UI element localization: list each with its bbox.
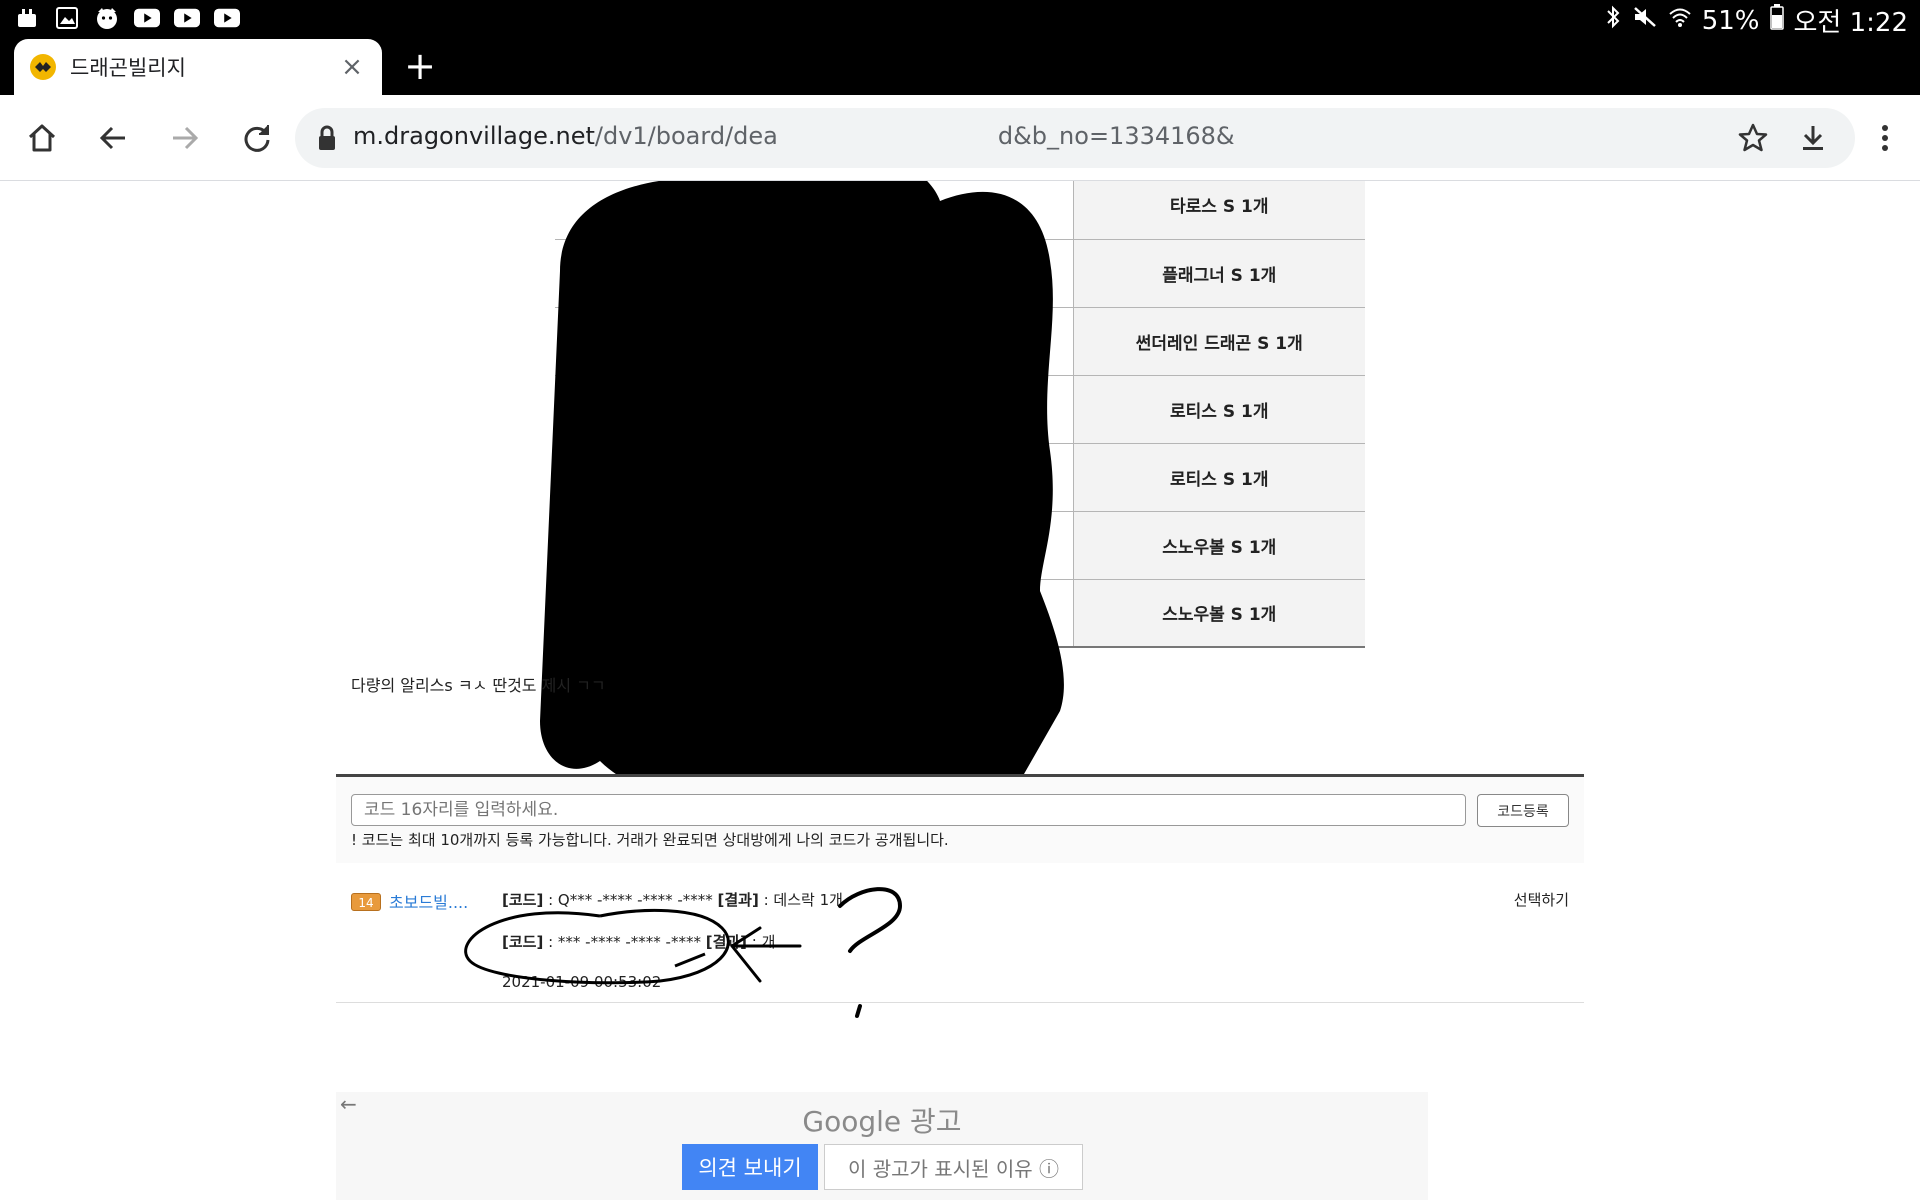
ad-feedback-button[interactable]: 의견 보내기 bbox=[682, 1144, 818, 1190]
clock: 오전 1:22 bbox=[1793, 8, 1909, 38]
url-host: m.dragonvillage.net bbox=[353, 122, 595, 150]
home-icon bbox=[28, 124, 56, 152]
youtube-icon bbox=[174, 6, 200, 30]
url-text: m.dragonvillage.net/dv1/board/dea d&b_no=… bbox=[353, 122, 1235, 150]
more-vert-icon bbox=[1882, 125, 1888, 151]
result-value: : 데스락 1개 bbox=[758, 891, 843, 909]
download-icon bbox=[1803, 126, 1823, 150]
gallery-icon bbox=[54, 6, 80, 30]
url-tail: d&b_no=1334168& bbox=[997, 122, 1235, 150]
tab-title: 드래곤빌리지 bbox=[70, 56, 186, 80]
table-row: 로티스 S 1개 bbox=[555, 375, 1365, 444]
status-bar: 51% 오전 1:22 bbox=[0, 0, 1920, 39]
code-label: [코드] bbox=[502, 891, 544, 909]
table-cell: 플래그너 S 1개 bbox=[1072, 239, 1365, 308]
table-cell: 썬더레인 드래곤 S 1개 bbox=[1072, 307, 1365, 376]
youtube-icon bbox=[214, 6, 240, 30]
home-button[interactable] bbox=[17, 113, 67, 163]
download-button[interactable] bbox=[1788, 113, 1838, 163]
wifi-icon bbox=[1668, 5, 1692, 36]
web-page: 타로스 S 1개 플래그너 S 1개 썬더레인 드래곤 S 1개 로티스 S 1… bbox=[0, 181, 1920, 1200]
code-form: 코드등록 ! 코드는 최대 10개까지 등록 가능합니다. 거래가 완료되면 상… bbox=[336, 777, 1584, 863]
code-input[interactable] bbox=[351, 794, 1466, 826]
result-value: : 개 bbox=[747, 933, 776, 951]
google-ad-block: ← Google 광고 의견 보내기 이 광고가 표시된 이유 ⓘ bbox=[336, 1092, 1428, 1200]
dragon-favicon-icon bbox=[30, 54, 56, 80]
new-tab-button[interactable]: + bbox=[400, 47, 440, 87]
battery-percent: 51% bbox=[1701, 5, 1760, 36]
cat-app-icon bbox=[94, 6, 120, 30]
forward-button[interactable] bbox=[160, 113, 210, 163]
table-row: 플래그너 S 1개 bbox=[555, 239, 1365, 308]
register-code-button[interactable]: 코드등록 bbox=[1477, 794, 1569, 827]
battery-icon bbox=[1769, 4, 1784, 37]
table-cell: 스노우볼 S 1개 bbox=[1072, 511, 1365, 580]
lock-icon bbox=[319, 125, 335, 150]
table-row: 썬더레인 드래곤 S 1개 bbox=[555, 307, 1365, 376]
notification-app-icon bbox=[14, 6, 40, 30]
table-row: 로티스 S 1개 bbox=[555, 443, 1365, 512]
code-entry: 14 초보드빌.... [코드] : Q*** -**** -**** -***… bbox=[336, 863, 1584, 1003]
address-bar[interactable]: m.dragonvillage.net/dv1/board/dea d&b_no=… bbox=[295, 108, 1855, 168]
code-trade-section: 코드등록 ! 코드는 최대 10개까지 등록 가능합니다. 거래가 완료되면 상… bbox=[336, 774, 1584, 1003]
level-badge: 14 bbox=[351, 893, 381, 911]
ad-label: Google 광고 bbox=[802, 1105, 962, 1138]
tab-dragonvillage[interactable]: 드래곤빌리지 × bbox=[14, 39, 382, 95]
table-row: 스노우볼 S 1개 bbox=[555, 511, 1365, 580]
item-table: 타로스 S 1개 플래그너 S 1개 썬더레인 드래곤 S 1개 로티스 S 1… bbox=[555, 181, 1365, 648]
browser-toolbar: m.dragonvillage.net/dv1/board/dea d&b_no=… bbox=[0, 95, 1920, 181]
code-value: : Q*** -**** -**** -**** bbox=[543, 891, 718, 909]
url-path: /dv1/board/dea bbox=[594, 122, 778, 150]
code-label: [코드] bbox=[502, 933, 544, 951]
arrow-left-icon bbox=[99, 126, 125, 150]
youtube-icon bbox=[134, 6, 160, 30]
bluetooth-icon bbox=[1604, 5, 1622, 36]
code-line: [코드] : *** -**** -**** -**** [결과] : 개 bbox=[502, 931, 775, 952]
notification-icons bbox=[14, 6, 240, 30]
reload-icon bbox=[244, 125, 270, 152]
table-cell: 타로스 S 1개 bbox=[1072, 181, 1365, 240]
system-indicators: 51% 오전 1:22 bbox=[1604, 2, 1908, 39]
code-line: [코드] : Q*** -**** -**** -**** [결과] : 데스락… bbox=[502, 889, 843, 910]
bookmark-button[interactable] bbox=[1728, 113, 1778, 163]
arrow-right-icon bbox=[173, 126, 199, 150]
close-tab-icon[interactable]: × bbox=[334, 49, 370, 85]
code-notice: ! 코드는 최대 10개까지 등록 가능합니다. 거래가 완료되면 상대방에게 … bbox=[351, 831, 949, 849]
result-label: [결과] bbox=[705, 933, 748, 951]
menu-button[interactable] bbox=[1860, 113, 1910, 163]
ad-why-button[interactable]: 이 광고가 표시된 이유 ⓘ bbox=[824, 1144, 1083, 1190]
table-row: 타로스 S 1개 bbox=[555, 181, 1365, 240]
star-icon bbox=[1738, 123, 1768, 152]
back-button[interactable] bbox=[88, 113, 138, 163]
tab-strip: 드래곤빌리지 × + bbox=[0, 37, 1920, 95]
mute-icon bbox=[1632, 5, 1658, 36]
table-cell: 로티스 S 1개 bbox=[1072, 375, 1365, 444]
entry-date: 2021-01-09 00:53:02 bbox=[502, 973, 662, 991]
user-name-link[interactable]: 초보드빌.... bbox=[389, 889, 468, 913]
table-row: 스노우볼 S 1개 bbox=[555, 579, 1365, 648]
table-cell: 스노우볼 S 1개 bbox=[1072, 579, 1365, 648]
result-label: [결과] bbox=[717, 891, 759, 909]
code-value: : *** -**** -**** -**** bbox=[543, 933, 706, 951]
post-body-text: 다량의 알리스s ㅋㅅ 딴것도 제시 ㄱㄱ bbox=[351, 676, 606, 695]
select-button[interactable]: 선택하기 bbox=[1514, 889, 1569, 910]
reload-button[interactable] bbox=[232, 113, 282, 163]
table-cell: 로티스 S 1개 bbox=[1072, 443, 1365, 512]
